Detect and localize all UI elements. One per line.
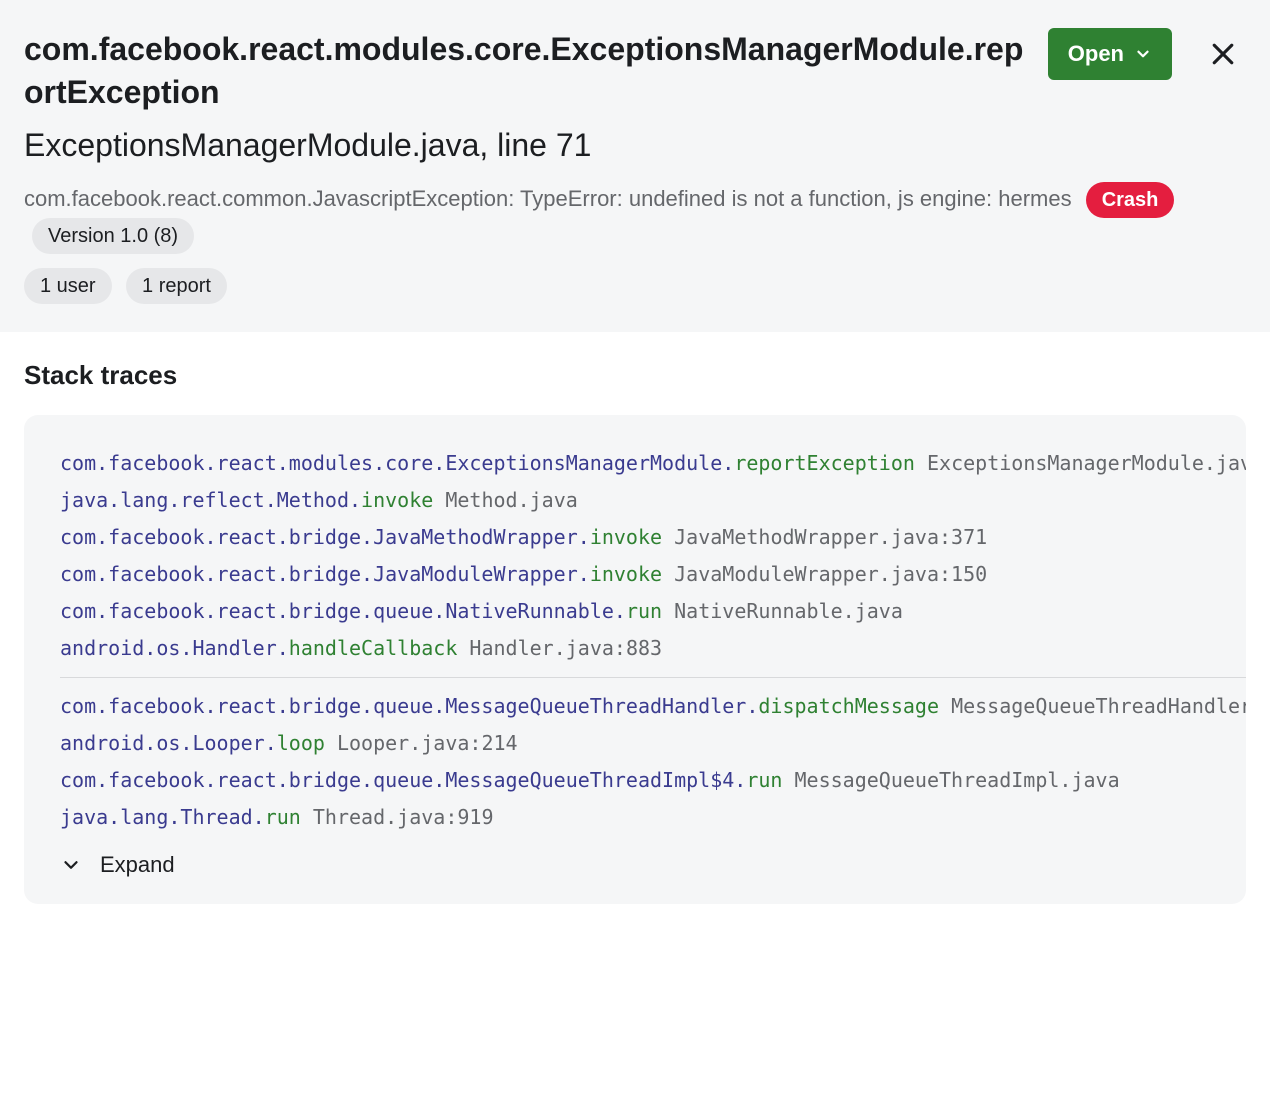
stack-frame: com.facebook.react.modules.core.Exceptio…: [60, 445, 1210, 482]
expand-button[interactable]: Expand: [24, 836, 211, 886]
reports-badge: 1 report: [126, 268, 227, 304]
stack-traces-heading: Stack traces: [24, 360, 1246, 391]
exception-description-row: com.facebook.react.common.JavascriptExce…: [24, 182, 1246, 254]
status-open-label: Open: [1068, 41, 1124, 67]
stack-frame: com.facebook.react.bridge.queue.NativeRu…: [60, 593, 1210, 630]
stack-trace-box: com.facebook.react.modules.core.Exceptio…: [24, 415, 1246, 904]
crash-header: com.facebook.react.modules.core.Exceptio…: [0, 0, 1270, 332]
exception-title: com.facebook.react.modules.core.Exceptio…: [24, 28, 1028, 114]
stack-frames-bottom: com.facebook.react.bridge.queue.MessageQ…: [24, 688, 1246, 836]
stack-frame: com.facebook.react.bridge.JavaMethodWrap…: [60, 519, 1210, 556]
close-button[interactable]: [1200, 28, 1246, 80]
stack-frame: android.os.Looper.loop Looper.java:214: [60, 725, 1210, 762]
crash-badge: Crash: [1086, 182, 1175, 218]
stack-frame: com.facebook.react.bridge.queue.MessageQ…: [60, 688, 1210, 725]
stack-frame: com.facebook.react.bridge.JavaModuleWrap…: [60, 556, 1210, 593]
exception-location: ExceptionsManagerModule.java, line 71: [24, 124, 1028, 167]
expand-label: Expand: [100, 852, 175, 878]
content-section: Stack traces com.facebook.react.modules.…: [0, 332, 1270, 944]
stack-divider: [60, 677, 1246, 678]
stack-frame: com.facebook.react.bridge.queue.MessageQ…: [60, 762, 1210, 799]
close-icon: [1208, 39, 1238, 69]
users-badge: 1 user: [24, 268, 112, 304]
chevron-down-icon: [1134, 45, 1152, 63]
stack-frame: java.lang.Thread.run Thread.java:919: [60, 799, 1210, 836]
exception-description: com.facebook.react.common.JavascriptExce…: [24, 186, 1072, 211]
stack-frames-top: com.facebook.react.modules.core.Exceptio…: [24, 445, 1246, 667]
stack-frame: android.os.Handler.handleCallback Handle…: [60, 630, 1210, 667]
version-badge: Version 1.0 (8): [32, 218, 194, 254]
stack-frame: java.lang.reflect.Method.invoke Method.j…: [60, 482, 1210, 519]
meta-pills: 1 user 1 report: [24, 268, 1246, 304]
status-open-button[interactable]: Open: [1048, 28, 1172, 80]
chevron-down-icon: [60, 854, 82, 876]
